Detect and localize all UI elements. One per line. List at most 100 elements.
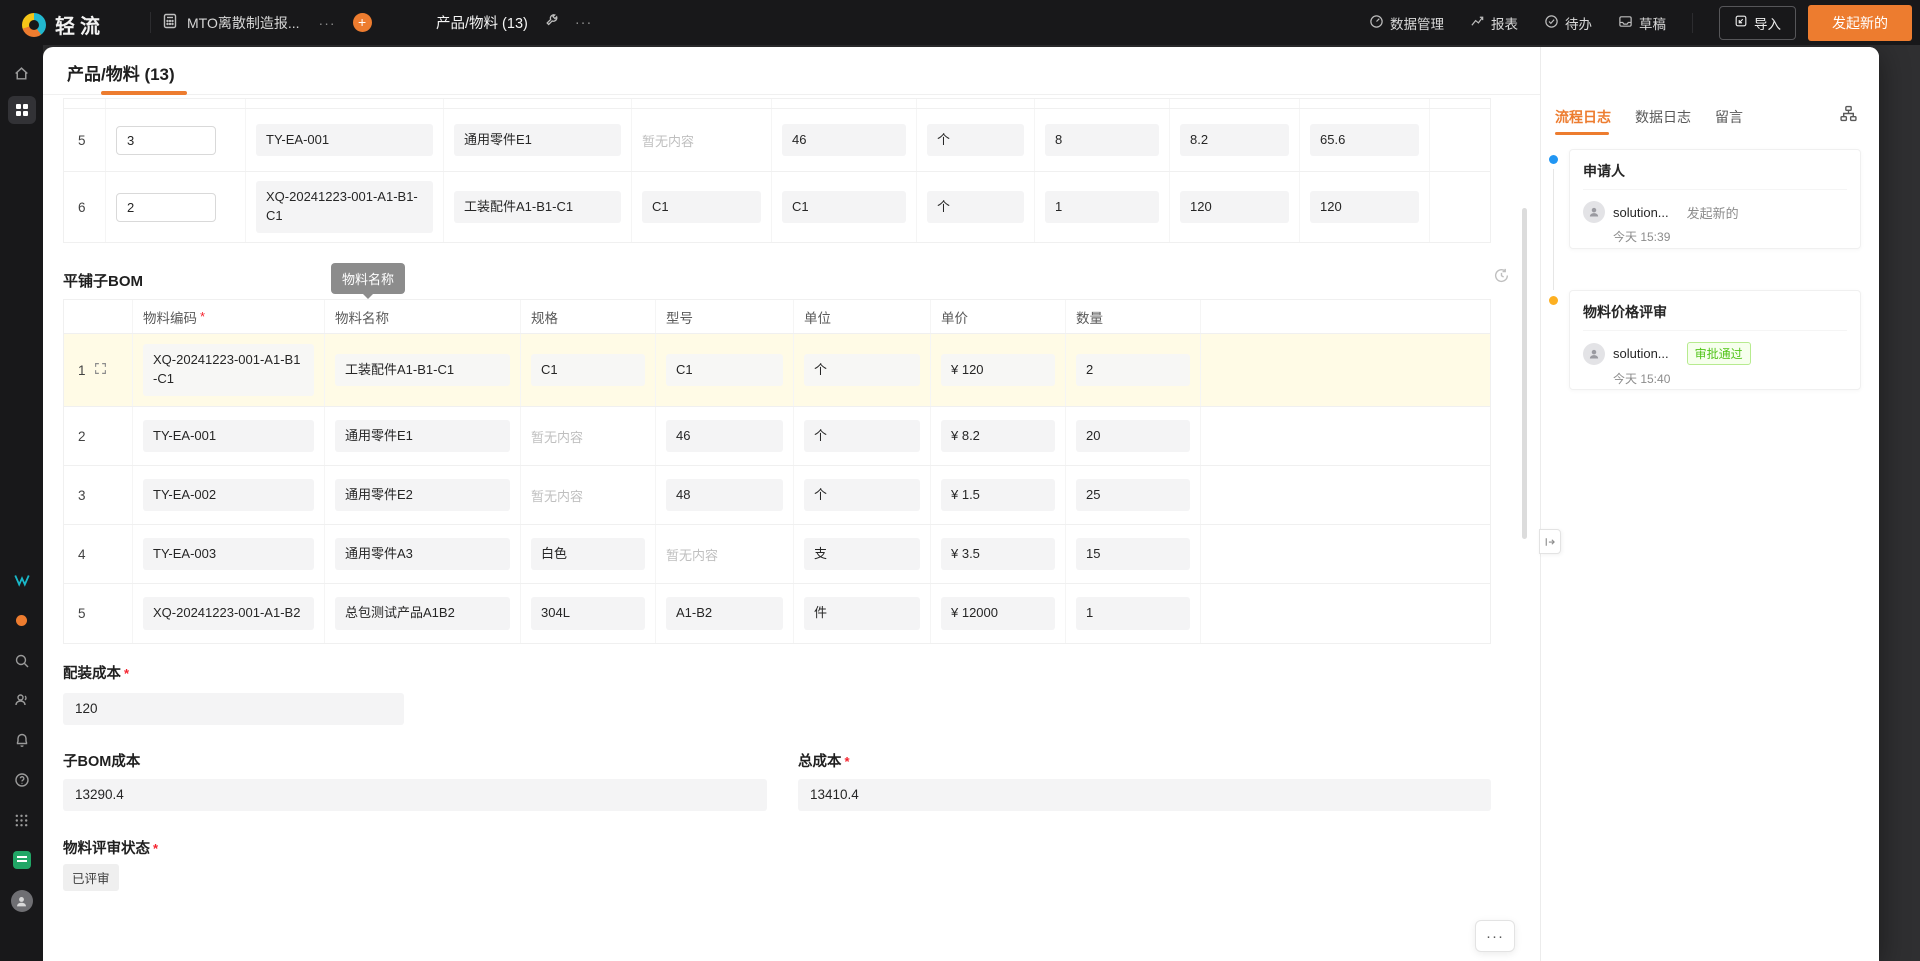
unit-cell[interactable]: 个 — [927, 191, 1024, 224]
tab-flow-log[interactable]: 流程日志 — [1555, 107, 1611, 127]
tab-comments[interactable]: 留言 — [1715, 107, 1743, 127]
bom-header-price: 单价 — [931, 300, 1066, 333]
material-name-cell[interactable]: 通用零件E1 — [454, 124, 621, 157]
notification-dot-icon[interactable] — [8, 606, 36, 634]
bom-code-cell[interactable]: TY-EA-002 — [143, 479, 314, 512]
workspace-logo-icon[interactable] — [8, 566, 36, 594]
flow-chart-icon[interactable] — [1840, 105, 1857, 127]
tab-data-log[interactable]: 数据日志 — [1635, 107, 1691, 127]
qingflow-logo[interactable]: 轻流 — [22, 10, 105, 39]
inbox-icon — [1618, 14, 1633, 32]
bom-code-cell[interactable]: XQ-20241223-001-A1-B1-C1 — [143, 344, 314, 396]
create-new-button[interactable]: 发起新的 — [1808, 5, 1912, 41]
vertical-scrollbar[interactable] — [1522, 208, 1527, 539]
bom-unit-cell[interactable]: 件 — [804, 597, 920, 630]
bom-unit-cell[interactable]: 个 — [804, 420, 920, 453]
bom-row: 5 XQ-20241223-001-A1-B2 总包测试产品A1B2 304L … — [64, 584, 1490, 643]
bom-price-cell[interactable]: ¥ 1.5 — [941, 479, 1055, 512]
history-icon[interactable] — [1493, 267, 1510, 289]
nav-todo[interactable]: 待办 — [1544, 13, 1592, 33]
table-row-partial — [64, 99, 1490, 109]
row-index: 1 — [78, 363, 86, 378]
assembly-cost-value[interactable]: 120 — [63, 693, 404, 725]
apps-icon[interactable] — [8, 96, 36, 124]
record-tab[interactable]: 产品/物料 (13) ··· — [436, 0, 592, 45]
sub-bom-cost-value[interactable]: 13290.4 — [63, 779, 767, 811]
bom-code-cell[interactable]: TY-EA-003 — [143, 538, 314, 571]
home-icon[interactable] — [8, 59, 36, 87]
qty-cell[interactable]: 1 — [1045, 191, 1159, 224]
level-input[interactable]: 3 — [116, 126, 216, 155]
record-detail-modal: 产品/物料 (13) × 5 3 TY-EA-001 通用零件E1 暂无内容 4… — [43, 47, 1879, 961]
record-more-button[interactable]: ··· — [1475, 920, 1515, 952]
unit-cell[interactable]: 个 — [927, 124, 1024, 157]
qty-cell[interactable]: 8 — [1045, 124, 1159, 157]
bell-icon[interactable] — [8, 726, 36, 754]
price-cell[interactable]: 8.2 — [1180, 124, 1289, 157]
total-cost-value[interactable]: 13410.4 — [798, 779, 1491, 811]
nav-drafts[interactable]: 草稿 — [1618, 13, 1666, 33]
record-tab-more-icon[interactable]: ··· — [575, 15, 593, 31]
bom-model-cell[interactable]: 48 — [666, 479, 783, 512]
bom-qty-cell[interactable]: 25 — [1076, 479, 1190, 512]
wrench-icon[interactable] — [544, 13, 559, 32]
green-doc-icon[interactable] — [8, 846, 36, 874]
bom-qty-cell[interactable]: 2 — [1076, 354, 1190, 387]
bom-qty-cell[interactable]: 20 — [1076, 420, 1190, 453]
collapse-panel-button[interactable] — [1539, 529, 1561, 554]
import-button[interactable]: 导入 — [1719, 6, 1796, 40]
bom-name-cell[interactable]: 总包测试产品A1B2 — [335, 597, 510, 630]
bom-price-cell[interactable]: ¥ 3.5 — [941, 538, 1055, 571]
bom-model-cell[interactable]: 46 — [666, 420, 783, 453]
app-tab[interactable]: MTO离散制造报... ··· + — [162, 0, 372, 45]
app-tab-more-icon[interactable]: ··· — [319, 15, 336, 31]
level-input[interactable]: 2 — [116, 193, 216, 222]
bom-name-cell[interactable]: 工装配件A1-B1-C1 — [335, 354, 510, 387]
row-index: 5 — [64, 584, 133, 643]
bom-qty-cell[interactable]: 15 — [1076, 538, 1190, 571]
nav-reports[interactable]: 报表 — [1470, 13, 1518, 33]
model-cell[interactable]: 46 — [782, 124, 906, 157]
bom-name-cell[interactable]: 通用零件A3 — [335, 538, 510, 571]
expand-row-icon[interactable] — [94, 362, 107, 378]
bom-unit-cell[interactable]: 个 — [804, 354, 920, 387]
help-icon[interactable] — [8, 766, 36, 794]
bom-name-cell[interactable]: 通用零件E1 — [335, 420, 510, 453]
bom-unit-cell[interactable]: 个 — [804, 479, 920, 512]
bom-price-cell[interactable]: ¥ 8.2 — [941, 420, 1055, 453]
add-tab-button[interactable]: + — [353, 13, 372, 32]
bom-price-cell[interactable]: ¥ 120 — [941, 354, 1055, 387]
timeline-dot — [1549, 155, 1558, 164]
bom-name-cell[interactable]: 通用零件E2 — [335, 479, 510, 512]
contacts-icon[interactable] — [8, 686, 36, 714]
left-sidebar — [0, 45, 43, 961]
bom-qty-cell[interactable]: 1 — [1076, 597, 1190, 630]
event-time: 今天 15:40 — [1613, 370, 1847, 387]
required-mark: * — [200, 309, 205, 324]
review-status-tag: 已评审 — [63, 864, 119, 891]
amount-cell[interactable]: 65.6 — [1310, 124, 1419, 157]
price-cell[interactable]: 120 — [1180, 191, 1289, 224]
flow-event-card: 申请人 solution... 发起新的 今天 15:39 — [1569, 149, 1861, 249]
bom-spec-cell[interactable]: C1 — [531, 354, 645, 387]
bom-spec-cell[interactable]: 304L — [531, 597, 645, 630]
grid-dots-icon[interactable] — [8, 806, 36, 834]
nav-data-management[interactable]: 数据管理 — [1369, 13, 1444, 33]
bom-code-cell[interactable]: TY-EA-001 — [143, 420, 314, 453]
user-avatar[interactable] — [8, 887, 36, 915]
bom-unit-cell[interactable]: 支 — [804, 538, 920, 571]
search-icon[interactable] — [8, 647, 36, 675]
bom-code-cell[interactable]: XQ-20241223-001-A1-B2 — [143, 597, 314, 630]
bom-model-cell[interactable]: A1-B2 — [666, 597, 783, 630]
bom-model-cell[interactable]: C1 — [666, 354, 783, 387]
material-code-cell[interactable]: TY-EA-001 — [256, 124, 433, 157]
material-code-cell[interactable]: XQ-20241223-001-A1-B1-C1 — [256, 181, 433, 233]
bom-spec-cell[interactable]: 白色 — [531, 538, 645, 571]
topbar-divider — [150, 12, 151, 33]
material-name-cell[interactable]: 工装配件A1-B1-C1 — [454, 191, 621, 224]
bom-price-cell[interactable]: ¥ 12000 — [941, 597, 1055, 630]
model-cell[interactable]: C1 — [782, 191, 906, 224]
spec-cell[interactable]: C1 — [642, 191, 761, 224]
table-row: 5 3 TY-EA-001 通用零件E1 暂无内容 46 个 8 8.2 65.… — [64, 109, 1490, 172]
amount-cell[interactable]: 120 — [1310, 191, 1419, 224]
